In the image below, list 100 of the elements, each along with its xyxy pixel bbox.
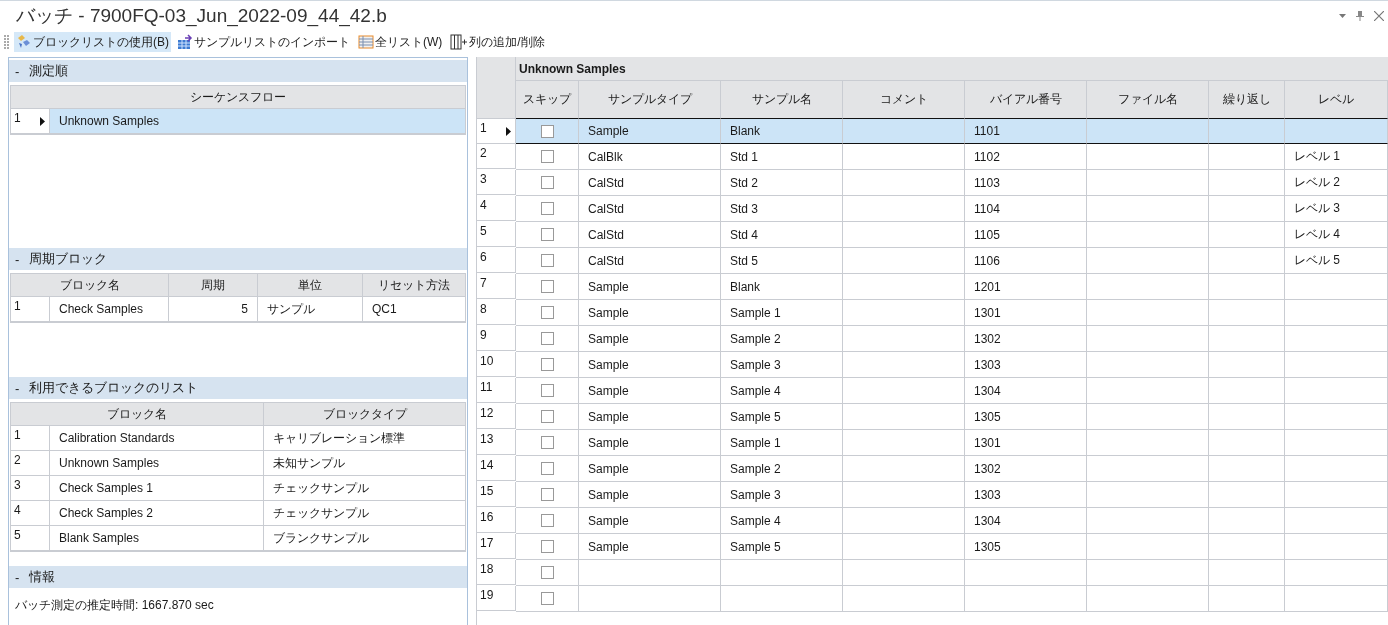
table-cell: チェックサンプル	[264, 476, 466, 501]
table-cell: ブランクサンプル	[264, 526, 466, 551]
table-cell: Sample 4	[721, 508, 843, 534]
table-cell: Std 3	[721, 196, 843, 222]
skip-checkbox[interactable]	[540, 280, 554, 293]
toolbar-button[interactable]: サンプルリストのインポート	[175, 32, 352, 52]
table-cell: Unknown Samples	[50, 451, 264, 476]
skip-checkbox[interactable]	[540, 332, 554, 345]
table-cell: Sample	[579, 352, 721, 378]
toolbar-button[interactable]: 全リスト(W)	[356, 32, 445, 52]
toolbar-grip-icon[interactable]	[4, 34, 10, 50]
row-number: 2	[11, 451, 50, 476]
column-header: スキップ	[516, 81, 579, 119]
table-cell: Sample	[579, 326, 721, 352]
table-cell: Std 1	[721, 144, 843, 170]
row-number: 12	[477, 404, 516, 429]
row-number: 1	[477, 119, 516, 144]
table-cell: Sample 2	[721, 326, 843, 352]
pin-icon[interactable]	[1356, 11, 1364, 21]
table-cell: 1102	[965, 144, 1087, 170]
table-cell: Sample 5	[721, 534, 843, 560]
section-header[interactable]: - 測定順	[9, 60, 467, 82]
column-header: ブロック名	[11, 403, 264, 426]
row-number: 9	[477, 326, 516, 351]
table-cell: 1304	[965, 378, 1087, 404]
table-cell: レベル 1	[1285, 144, 1388, 170]
table-cell: 1305	[965, 534, 1087, 560]
row-number: 16	[477, 508, 516, 533]
skip-checkbox[interactable]	[540, 540, 554, 553]
skip-checkbox[interactable]	[540, 202, 554, 215]
toolbar-button[interactable]: 列の追加/削除	[448, 32, 547, 52]
table-cell: 1305	[965, 404, 1087, 430]
column-header: リセット方法	[363, 274, 466, 297]
skip-checkbox[interactable]	[540, 254, 554, 267]
add-column-icon	[450, 34, 469, 50]
table-cell: 1105	[965, 222, 1087, 248]
skip-checkbox[interactable]	[540, 384, 554, 397]
column-header: 繰り返し	[1209, 81, 1285, 119]
toolbar-button[interactable]: ブロックリストの使用(B)	[14, 32, 171, 52]
skip-checkbox[interactable]	[540, 462, 554, 475]
table-icon	[358, 34, 374, 50]
row-number: 4	[11, 501, 50, 526]
table-cell: 1303	[965, 352, 1087, 378]
close-icon[interactable]	[1374, 11, 1384, 21]
table-cell: Sample	[579, 482, 721, 508]
table-cell: Sample	[579, 534, 721, 560]
table-cell: 1302	[965, 456, 1087, 482]
skip-checkbox[interactable]	[540, 410, 554, 423]
table-cell: Sample	[579, 404, 721, 430]
dropdown-icon[interactable]	[1339, 14, 1346, 18]
table-cell: CalBlk	[579, 144, 721, 170]
column-header: コメント	[843, 81, 965, 119]
skip-checkbox[interactable]	[540, 436, 554, 449]
section-title: 測定順	[29, 62, 69, 80]
collapse-toggle[interactable]: -	[15, 380, 20, 396]
column-header: ブロック名	[11, 274, 169, 297]
table-cell: 5	[169, 297, 258, 322]
table-cell: Std 4	[721, 222, 843, 248]
row-number: 11	[477, 378, 516, 403]
section-header[interactable]: - 利用できるブロックのリスト	[9, 377, 467, 399]
collapse-toggle[interactable]: -	[15, 63, 20, 79]
section-header[interactable]: - 情報	[9, 566, 467, 588]
skip-checkbox[interactable]	[540, 124, 554, 138]
collapse-toggle[interactable]: -	[15, 251, 20, 267]
table-cell: Sample	[579, 300, 721, 326]
table-cell: 1303	[965, 482, 1087, 508]
collapse-toggle[interactable]: -	[15, 569, 20, 585]
table-cell: Sample 3	[721, 352, 843, 378]
skip-checkbox[interactable]	[540, 566, 554, 579]
table-cell: Sample 5	[721, 404, 843, 430]
section-header[interactable]: - 周期ブロック	[9, 248, 467, 270]
skip-checkbox[interactable]	[540, 488, 554, 501]
row-number: 18	[477, 560, 516, 585]
table-cell: 1104	[965, 196, 1087, 222]
skip-checkbox[interactable]	[540, 358, 554, 371]
table-cell: サンプル	[258, 297, 363, 322]
skip-checkbox[interactable]	[540, 176, 554, 189]
blocks-icon	[16, 34, 32, 50]
table-cell: キャリブレーション標準	[264, 426, 466, 451]
skip-checkbox[interactable]	[540, 228, 554, 241]
table-cell: Blank Samples	[50, 526, 264, 551]
row-number: 13	[477, 430, 516, 455]
row-number: 10	[477, 352, 516, 377]
row-number: 7	[477, 274, 516, 299]
table-cell: Sample	[579, 118, 721, 144]
table-cell: Sample 1	[721, 430, 843, 456]
table-cell: レベル 4	[1285, 222, 1388, 248]
table-cell: Check Samples 2	[50, 501, 264, 526]
table-cell: 1103	[965, 170, 1087, 196]
table-cell: 1302	[965, 326, 1087, 352]
skip-checkbox[interactable]	[540, 592, 554, 605]
row-pointer-icon	[40, 117, 45, 126]
skip-checkbox[interactable]	[540, 514, 554, 527]
table-import-icon	[177, 34, 193, 50]
row-number: 1	[11, 109, 50, 134]
skip-checkbox[interactable]	[540, 150, 554, 163]
info-text: バッチ測定の推定時間: 1667.870 sec	[14, 597, 215, 614]
skip-checkbox[interactable]	[540, 306, 554, 319]
table-cell: 1106	[965, 248, 1087, 274]
row-number: 3	[11, 476, 50, 501]
